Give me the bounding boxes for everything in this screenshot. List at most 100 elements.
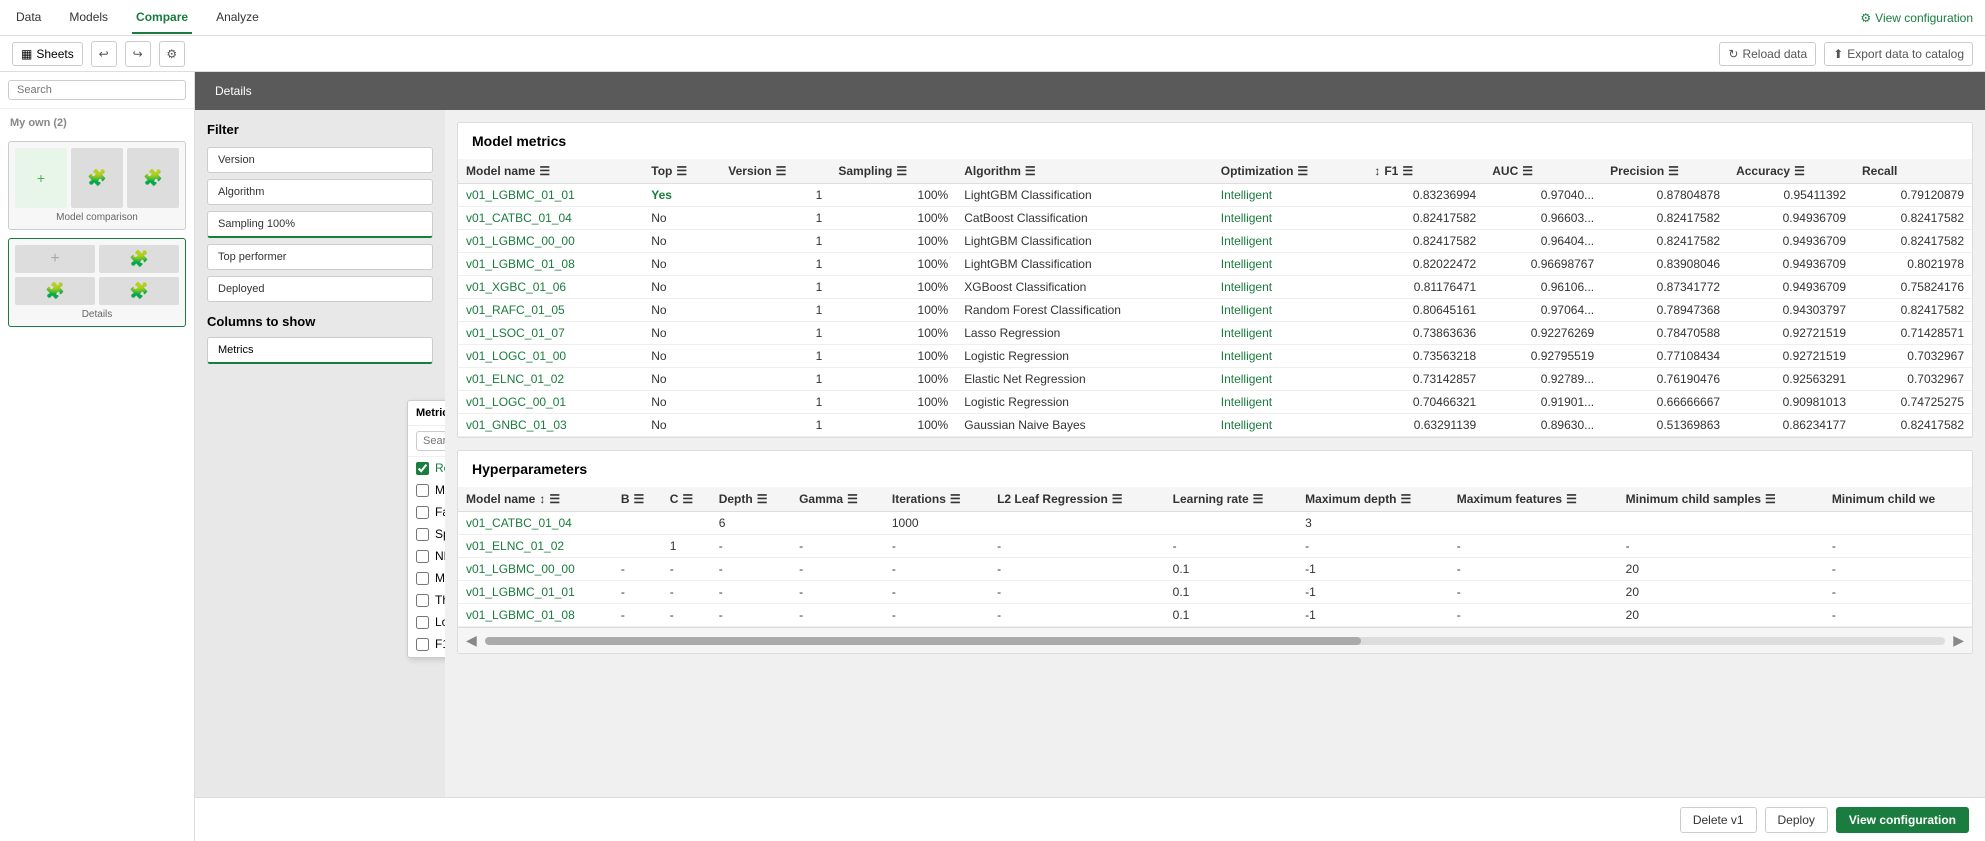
hcol-iter-menu[interactable]: ☰ (950, 492, 961, 506)
table-row[interactable]: v01_LOGC_01_00 No 1 100% Logistic Regres… (458, 345, 1972, 368)
cell-model-name[interactable]: v01_ELNC_01_02 (458, 368, 643, 391)
cell-model-name[interactable]: v01_LSOC_01_07 (458, 322, 643, 345)
cell-model-name[interactable]: v01_LOGC_01_00 (458, 345, 643, 368)
col-recall[interactable]: Recall (1854, 159, 1972, 184)
view-config-link[interactable]: ⚙ View configuration (1860, 11, 1973, 25)
table-row[interactable]: v01_RAFC_01_05 No 1 100% Random Forest C… (458, 299, 1972, 322)
col-top[interactable]: Top☰ (643, 159, 720, 184)
col-algo-menu[interactable]: ☰ (1025, 164, 1036, 178)
table-row[interactable]: v01_LGBMC_01_08 - - - - - - 0.1 -1 - 20 … (458, 604, 1972, 627)
hcol-lr[interactable]: Learning rate☰ (1165, 487, 1298, 512)
dropdown-item-mcc[interactable]: MCC (408, 567, 445, 589)
dropdown-item-logloss[interactable]: Log loss (408, 611, 445, 633)
cell-model-name[interactable]: v01_LGBMC_01_01 (458, 184, 643, 207)
table-row[interactable]: v01_LGBMC_00_00 - - - - - - 0.1 -1 - 20 … (458, 558, 1972, 581)
table-row[interactable]: v01_ELNC_01_02 1 - - - - - - - - - (458, 535, 1972, 558)
col-f1-menu[interactable]: ☰ (1402, 164, 1413, 178)
nav-analyze[interactable]: Analyze (212, 2, 263, 34)
col-top-menu[interactable]: ☰ (676, 164, 687, 178)
col-optimization[interactable]: Optimization☰ (1213, 159, 1367, 184)
filter-top-performer[interactable]: Top performer (207, 244, 433, 270)
filter-deployed[interactable]: Deployed (207, 276, 433, 302)
hcell-name[interactable]: v01_LGBMC_01_08 (458, 604, 613, 627)
col-auc[interactable]: AUC☰ (1484, 159, 1602, 184)
dropdown-item-missrate[interactable]: Miss Rate (408, 479, 445, 501)
sidebar-search[interactable] (0, 72, 194, 109)
hcol-maxdepth[interactable]: Maximum depth☰ (1297, 487, 1449, 512)
col-version[interactable]: Version☰ (720, 159, 830, 184)
scroll-left-icon[interactable]: ◀ (466, 632, 477, 649)
reload-button[interactable]: ↻ Reload data (1719, 42, 1816, 66)
hcol-maxd-menu[interactable]: ☰ (1401, 492, 1412, 506)
checkbox-threshold[interactable] (416, 594, 429, 607)
dropdown-item-auctrain[interactable]: AUC (training data) (408, 655, 445, 657)
deploy-button[interactable]: Deploy (1765, 807, 1828, 833)
col-accuracy[interactable]: Accuracy☰ (1728, 159, 1854, 184)
hcol-maxfeat[interactable]: Maximum features☰ (1449, 487, 1618, 512)
hcol-gamma-menu[interactable]: ☰ (847, 492, 858, 506)
col-precision[interactable]: Precision☰ (1602, 159, 1728, 184)
nav-models[interactable]: Models (65, 2, 112, 34)
table-row[interactable]: v01_GNBC_01_03 No 1 100% Gaussian Naive … (458, 414, 1972, 437)
dropdown-item-specificity[interactable]: Specificity (408, 523, 445, 545)
thumb-details[interactable]: + 🧩 🧩 🧩 Details (8, 238, 186, 327)
hcol-minc-menu[interactable]: ☰ (1765, 492, 1776, 506)
hcol-minchild[interactable]: Minimum child samples☰ (1618, 487, 1824, 512)
nav-data[interactable]: Data (12, 2, 45, 34)
cell-model-name[interactable]: v01_RAFC_01_05 (458, 299, 643, 322)
dropdown-search[interactable] (408, 426, 445, 457)
hcell-name[interactable]: v01_CATBC_01_04 (458, 512, 613, 535)
settings-button[interactable]: ⚙ (159, 41, 185, 67)
checkbox-specificity[interactable] (416, 528, 429, 541)
cell-model-name[interactable]: v01_GNBC_01_03 (458, 414, 643, 437)
hcol-c-menu[interactable]: ☰ (682, 492, 693, 506)
hcol-maxf-menu[interactable]: ☰ (1566, 492, 1577, 506)
dropdown-item-fallout[interactable]: Fallout (408, 501, 445, 523)
delete-button[interactable]: Delete v1 (1680, 807, 1757, 833)
sheets-button[interactable]: ▦ Sheets (12, 42, 83, 66)
cell-model-name[interactable]: v01_LGBMC_01_08 (458, 253, 643, 276)
hcol-l2-menu[interactable]: ☰ (1112, 492, 1123, 506)
checkbox-npv[interactable] (416, 550, 429, 563)
search-input[interactable] (8, 80, 186, 100)
table-row[interactable]: v01_LGBMC_01_01 - - - - - - 0.1 -1 - 20 … (458, 581, 1972, 604)
scroll-right-icon[interactable]: ▶ (1953, 632, 1964, 649)
dropdown-item-recall[interactable]: Recall (408, 457, 445, 479)
table-row[interactable]: v01_ELNC_01_02 No 1 100% Elastic Net Reg… (458, 368, 1972, 391)
table-row[interactable]: v01_XGBC_01_06 No 1 100% XGBoost Classif… (458, 276, 1972, 299)
cell-model-name[interactable]: v01_LGBMC_00_00 (458, 230, 643, 253)
table-row[interactable]: v01_LOGC_00_01 No 1 100% Logistic Regres… (458, 391, 1972, 414)
checkbox-recall[interactable] (416, 462, 429, 475)
col-ver-menu[interactable]: ☰ (776, 164, 787, 178)
hcol-name-menu[interactable]: ☰ (549, 492, 560, 506)
filter-algorithm[interactable]: Algorithm (207, 179, 433, 205)
view-config-button[interactable]: View configuration (1836, 807, 1969, 833)
hcol-gamma[interactable]: Gamma☰ (791, 487, 884, 512)
col-samp-menu[interactable]: ☰ (896, 164, 907, 178)
hcell-name[interactable]: v01_ELNC_01_02 (458, 535, 613, 558)
filter-sampling[interactable]: Sampling 100% (207, 211, 433, 238)
table-row[interactable]: v01_CATBC_01_04 No 1 100% CatBoost Class… (458, 207, 1972, 230)
hcol-b-menu[interactable]: ☰ (633, 492, 644, 506)
hcol-b[interactable]: B☰ (613, 487, 662, 512)
hcol-name[interactable]: Model name↕☰ (458, 487, 613, 512)
dropdown-item-npv[interactable]: NPV (408, 545, 445, 567)
export-button[interactable]: ⬆ Export data to catalog (1824, 42, 1973, 66)
redo-button[interactable]: ↪ (125, 41, 151, 67)
thumb-model-comparison[interactable]: + 🧩 🧩 Model comparison (8, 141, 186, 230)
col-acc-menu[interactable]: ☰ (1794, 164, 1805, 178)
col-algorithm[interactable]: Algorithm☰ (956, 159, 1213, 184)
nav-compare[interactable]: Compare (132, 2, 192, 34)
col-auc-menu[interactable]: ☰ (1522, 164, 1533, 178)
col-sampling[interactable]: Sampling☰ (830, 159, 956, 184)
dropdown-search-input[interactable] (416, 431, 445, 451)
cell-model-name[interactable]: v01_LOGC_00_01 (458, 391, 643, 414)
hcol-lr-menu[interactable]: ☰ (1253, 492, 1264, 506)
table-row[interactable]: v01_LGBMC_01_01 Yes 1 100% LightGBM Clas… (458, 184, 1972, 207)
metrics-tab[interactable]: Metrics (207, 337, 433, 364)
table-row[interactable]: v01_LGBMC_00_00 No 1 100% LightGBM Class… (458, 230, 1972, 253)
cell-model-name[interactable]: v01_CATBC_01_04 (458, 207, 643, 230)
table-row[interactable]: v01_LSOC_01_07 No 1 100% Lasso Regressio… (458, 322, 1972, 345)
hcol-l2[interactable]: L2 Leaf Regression☰ (989, 487, 1165, 512)
checkbox-fallout[interactable] (416, 506, 429, 519)
